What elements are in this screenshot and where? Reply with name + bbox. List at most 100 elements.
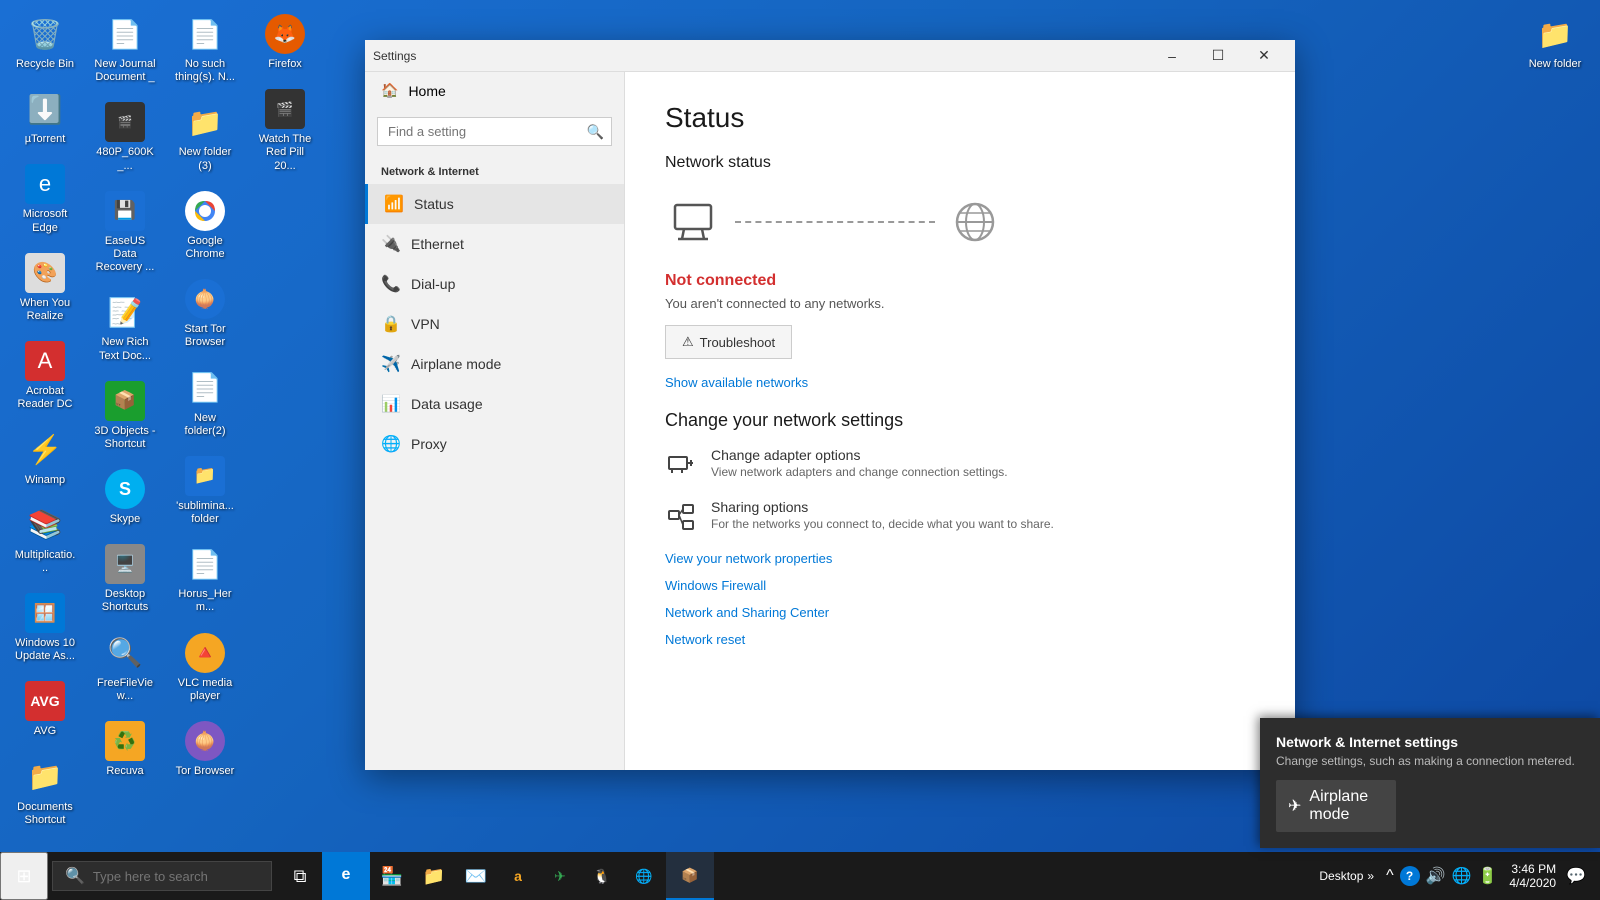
sharing-options-item: Sharing options For the networks you con… [665, 499, 1255, 533]
network-reset-link[interactable]: Network reset [665, 632, 1255, 647]
settings-main-content: Status Network status [625, 72, 1295, 770]
explorer-taskbar-button[interactable]: 📁 [414, 852, 454, 900]
airplane-mode-tile[interactable]: ✈ Airplane mode [1276, 780, 1396, 832]
desktop-icons-container: 🗑️ Recycle Bin ⬇️ µTorrent e Microsoft E… [0, 0, 320, 850]
icon-watch-red-pill[interactable]: 🎬 Watch The Red Pill 20... [250, 85, 320, 177]
clock-date: 4/4/2020 [1509, 876, 1556, 890]
sidebar-item-proxy[interactable]: 🌐 Proxy [365, 424, 624, 464]
icon-480p[interactable]: 🎬 480P_600K_... [90, 98, 160, 176]
sidebar-item-vpn[interactable]: 🔒 VPN [365, 304, 624, 344]
start-button[interactable]: ⊞ [0, 852, 48, 900]
adapter-options-title: Change adapter options [711, 447, 1008, 463]
taskbar-search-input[interactable] [93, 869, 259, 884]
proxy-label: Proxy [411, 436, 447, 452]
connection-status: Not connected [665, 272, 1255, 290]
icon-when-you-realize[interactable]: 🎨 When You Realize [10, 249, 80, 327]
sidebar-item-data-usage[interactable]: 📊 Data usage [365, 384, 624, 424]
ethernet-icon: 🔌 [381, 234, 401, 254]
links-section: View your network properties Windows Fir… [665, 551, 1255, 647]
icon-no-such-thing[interactable]: 📄 No such thing(s). N... [170, 10, 240, 88]
sidebar-item-ethernet[interactable]: 🔌 Ethernet [365, 224, 624, 264]
icon-google-chrome[interactable]: Google Chrome [170, 187, 240, 265]
task-view-button[interactable]: ⧉ [280, 852, 320, 900]
browser-taskbar-button[interactable]: 🌐 [624, 852, 664, 900]
network-tray-icon[interactable]: 🌐 [1452, 866, 1472, 886]
icon-freefileview[interactable]: 🔍 FreeFileView... [90, 629, 160, 707]
icon-tor-browser[interactable]: 🧅 Tor Browser [170, 717, 240, 782]
amazon-taskbar-button[interactable]: a [498, 852, 538, 900]
notification-title: Network & Internet settings [1276, 734, 1584, 750]
icon-new-folder-top[interactable]: 📁 New folder [1520, 10, 1590, 75]
sidebar-item-status[interactable]: 📶 Status [365, 184, 624, 224]
amazon2-taskbar-button[interactable]: 📦 [666, 852, 714, 900]
sharing-options-text: Sharing options For the networks you con… [711, 499, 1054, 531]
window-title: Settings [373, 49, 416, 63]
windows-firewall-link[interactable]: Windows Firewall [665, 578, 1255, 593]
ubuntu-taskbar-button[interactable]: 🐧 [582, 852, 622, 900]
tray-chevron[interactable]: ^ [1386, 867, 1394, 885]
clock-time: 3:46 PM [1511, 862, 1556, 876]
icon-new-journal-doc[interactable]: 📄 New Journal Document _ [90, 10, 160, 88]
icon-easeus[interactable]: 💾 EaseUS Data Recovery ... [90, 187, 160, 279]
sidebar-item-airplane-mode[interactable]: ✈️ Airplane mode [365, 344, 624, 384]
maximize-button[interactable]: ☐ [1195, 42, 1241, 70]
icon-recycle-bin[interactable]: 🗑️ Recycle Bin [10, 10, 80, 75]
icon-documents-shortcut[interactable]: 📁 Documents Shortcut [10, 753, 80, 831]
icon-new-rich-text[interactable]: 📝 New Rich Text Doc... [90, 288, 160, 366]
window-controls: – ☐ ✕ [1149, 42, 1287, 70]
airplane-mode-label: Airplane mode [411, 356, 501, 372]
icon-new-folder-2[interactable]: 📄 New folder(2) [170, 364, 240, 442]
icon-skype[interactable]: S Skype [90, 465, 160, 530]
network-sharing-center-link[interactable]: Network and Sharing Center [665, 605, 1255, 620]
icon-new-folder-3[interactable]: 📁 New folder (3) [170, 98, 240, 176]
icon-acrobat-reader[interactable]: A Acrobat Reader DC [10, 337, 80, 415]
minimize-button[interactable]: – [1149, 42, 1195, 70]
notifications-button[interactable]: 💬 [1560, 866, 1592, 886]
taskbar-search-container[interactable]: 🔍 [52, 861, 272, 891]
icon-firefox[interactable]: 🦊 Firefox [250, 10, 320, 75]
troubleshoot-label: Troubleshoot [700, 335, 775, 350]
show-networks-link[interactable]: Show available networks [665, 375, 1255, 390]
sidebar-item-dialup[interactable]: 📞 Dial-up [365, 264, 624, 304]
mail-taskbar-button[interactable]: ✉️ [456, 852, 496, 900]
help-icon[interactable]: ? [1400, 866, 1420, 886]
store-taskbar-button[interactable]: 🏪 [372, 852, 412, 900]
icon-desktop-shortcuts[interactable]: 🖥️ Desktop Shortcuts [90, 540, 160, 618]
icon-vlc-media-player[interactable]: 🔺 VLC media player [170, 629, 240, 707]
search-icon: 🔍 [587, 123, 604, 140]
close-button[interactable]: ✕ [1241, 42, 1287, 70]
volume-icon[interactable]: 🔊 [1426, 866, 1446, 886]
icon-windows-10-update[interactable]: 🪟 Windows 10 Update As... [10, 589, 80, 667]
data-usage-icon: 📊 [381, 394, 401, 414]
battery-icon[interactable]: 🔋 [1477, 866, 1497, 886]
edge-taskbar-button[interactable]: e [322, 852, 370, 900]
network-properties-link[interactable]: View your network properties [665, 551, 1255, 566]
icon-horus-herm[interactable]: 📄 Horus_Herm... [170, 540, 240, 618]
icon-multiplication[interactable]: 📚 Multiplicatio... [10, 501, 80, 579]
icon-sublimina-folder[interactable]: 📁 'sublimina... folder [170, 452, 240, 530]
settings-search-input[interactable] [377, 117, 612, 146]
sharing-options-desc: For the networks you connect to, decide … [711, 517, 1054, 531]
icon-microsoft-edge[interactable]: e Microsoft Edge [10, 160, 80, 238]
computer-icon [665, 192, 725, 252]
taskbar-right-area: Desktop » ^ ? 🔊 🌐 🔋 3:46 PM 4/4/2020 💬 [1311, 862, 1600, 890]
sharing-options-icon [665, 501, 697, 533]
system-tray-icons: ^ ? 🔊 🌐 🔋 [1378, 866, 1505, 886]
icon-avg[interactable]: AVG AVG [10, 677, 80, 742]
icon-start-tor-browser[interactable]: 🧅 Start Tor Browser [170, 275, 240, 353]
settings-sidebar: 🏠 Home 🔍 Network & Internet 📶 Status 🔌 E… [365, 72, 625, 770]
notification-popup: Network & Internet settings Change setti… [1260, 718, 1600, 848]
window-titlebar: Settings – ☐ ✕ [365, 40, 1295, 72]
taskbar-search-icon: 🔍 [65, 866, 85, 886]
icon-recuva[interactable]: ♻️ Recuva [90, 717, 160, 782]
icon-winamp[interactable]: ⚡ Winamp [10, 426, 80, 491]
network-line [735, 221, 935, 223]
icon-3d-objects[interactable]: 📦 3D Objects - Shortcut [90, 377, 160, 455]
tripadvisor-taskbar-button[interactable]: ✈ [540, 852, 580, 900]
change-settings-heading: Change your network settings [665, 410, 1255, 431]
desktop-label: Desktop [1319, 869, 1363, 883]
taskbar-clock[interactable]: 3:46 PM 4/4/2020 [1509, 862, 1556, 890]
troubleshoot-button[interactable]: ⚠ Troubleshoot [665, 325, 792, 359]
icon-utorrent[interactable]: ⬇️ µTorrent [10, 85, 80, 150]
sidebar-home[interactable]: 🏠 Home [365, 72, 624, 109]
